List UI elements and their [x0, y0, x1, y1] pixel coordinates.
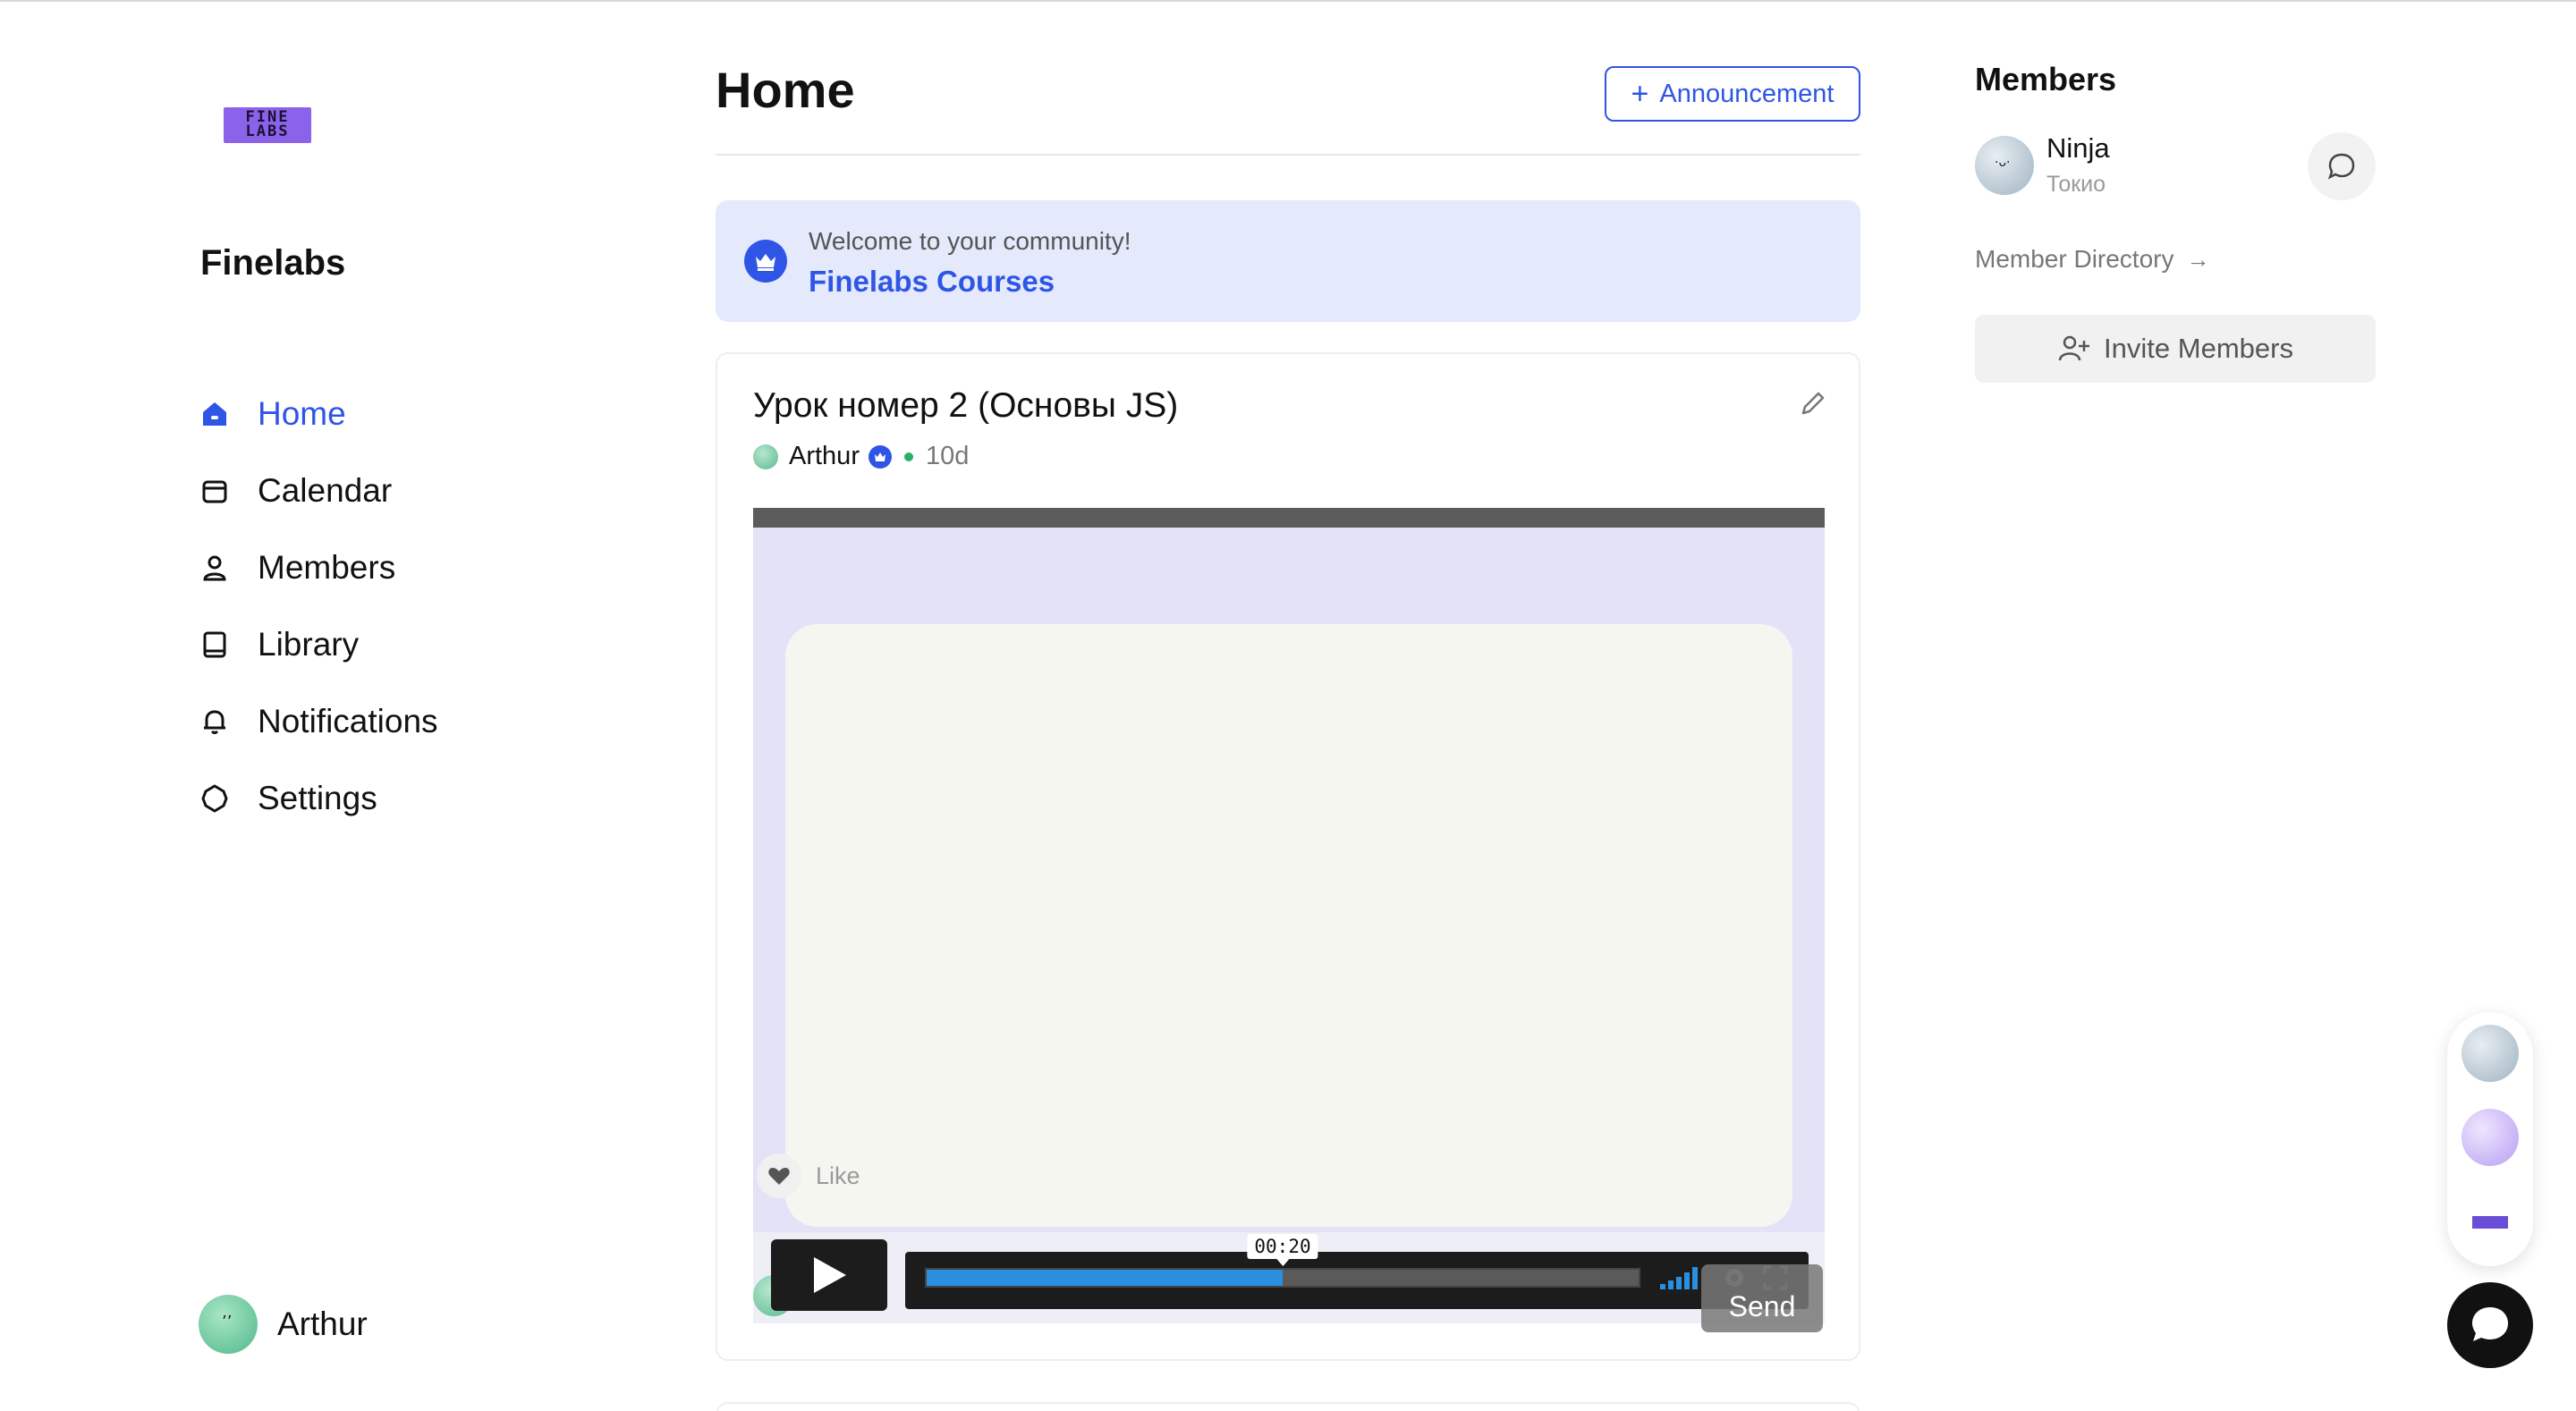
- progress-fill: [927, 1270, 1283, 1286]
- progress-bar[interactable]: 00:20: [925, 1234, 1640, 1288]
- community-logo[interactable]: FINE LABS: [224, 107, 311, 143]
- nav-item-settings[interactable]: Settings: [199, 760, 438, 837]
- post-age: 10d: [925, 442, 970, 470]
- announcement-label: Announcement: [1659, 79, 1835, 108]
- nav-label: Calendar: [258, 472, 393, 509]
- play-icon: [814, 1257, 846, 1293]
- video-screen[interactable]: [785, 624, 1792, 1227]
- community-chat-logo[interactable]: [2472, 1216, 2508, 1229]
- like-label: Like: [816, 1162, 860, 1189]
- welcome-link[interactable]: Finelabs Courses: [809, 265, 1055, 299]
- chat-bubble-icon: [2327, 153, 2355, 180]
- person-icon: [199, 552, 231, 584]
- current-user-name: Arthur: [277, 1305, 368, 1342]
- announcement-button[interactable]: + Announcement: [1605, 66, 1860, 122]
- next-post-card: [716, 1402, 1860, 1411]
- current-user[interactable]: ʼʼ Arthur: [199, 1295, 368, 1354]
- community-name: Finelabs: [200, 243, 346, 283]
- sidebar-nav: Home Calendar Members Library Notificati…: [199, 376, 438, 837]
- chat-avatar-2[interactable]: [2462, 1109, 2519, 1166]
- nav-label: Library: [258, 626, 360, 663]
- nav-label: Home: [258, 395, 346, 432]
- nav-item-library[interactable]: Library: [199, 606, 438, 683]
- member-name: Ninja: [2046, 132, 2110, 164]
- member-location: Токио: [2046, 172, 2106, 197]
- avatar: ·ᴗ·: [1975, 136, 2034, 195]
- chat-bubble-icon: [2472, 1307, 2508, 1341]
- add-user-icon: [2058, 335, 2090, 361]
- post-title[interactable]: Урок номер 2 (Основы JS): [753, 386, 1178, 426]
- play-button[interactable]: [771, 1239, 887, 1311]
- nav-item-members[interactable]: Members: [199, 529, 438, 606]
- page-title: Home: [716, 62, 855, 118]
- author-avatar[interactable]: [753, 444, 778, 469]
- bell-icon: [199, 706, 231, 738]
- crown-icon: [744, 240, 787, 283]
- home-icon: [199, 398, 231, 430]
- heart-icon: [757, 1153, 801, 1198]
- message-button[interactable]: [2308, 132, 2376, 200]
- online-dot: [903, 452, 913, 461]
- verified-badge-icon: [868, 444, 892, 469]
- divider: [716, 154, 1860, 156]
- calendar-icon: [199, 475, 231, 507]
- member-row[interactable]: ·ᴗ· Ninja Токио: [1975, 132, 2376, 200]
- chat-launcher-button[interactable]: [2447, 1282, 2533, 1368]
- plus-icon: +: [1631, 77, 1649, 111]
- member-directory-link[interactable]: Member Directory →: [1975, 245, 2209, 274]
- welcome-text: Welcome to your community!: [809, 227, 1131, 255]
- top-border: [0, 0, 2576, 2]
- invite-members-button[interactable]: Invite Members: [1975, 315, 2376, 383]
- floating-chat-panel: [2447, 1012, 2533, 1266]
- nav-item-calendar[interactable]: Calendar: [199, 452, 438, 529]
- nav-label: Notifications: [258, 703, 438, 739]
- like-button[interactable]: Like: [757, 1153, 860, 1198]
- nav-label: Settings: [258, 780, 377, 816]
- nav-item-notifications[interactable]: Notifications: [199, 683, 438, 760]
- post-card: Урок номер 2 (Основы JS) Arthur 10d Like: [716, 352, 1860, 1361]
- author-name[interactable]: Arthur: [789, 442, 860, 471]
- video-controls: 00:20: [905, 1234, 1809, 1309]
- avatar: ʼʼ: [199, 1295, 258, 1354]
- timestamp-tooltip: 00:20: [1247, 1234, 1318, 1266]
- nav-label: Members: [258, 549, 396, 586]
- invite-members-label: Invite Members: [2104, 333, 2293, 364]
- video-player[interactable]: Like 00:20 Send: [753, 508, 1825, 1332]
- post-meta: Arthur 10d: [753, 442, 969, 471]
- nav-item-home[interactable]: Home: [199, 376, 438, 452]
- video-top-bar: [753, 508, 1825, 528]
- gear-icon: [199, 782, 231, 815]
- member-directory-label: Member Directory: [1975, 245, 2174, 273]
- arrow-right-icon: →: [2186, 245, 2210, 273]
- members-heading: Members: [1975, 61, 2117, 97]
- pencil-icon[interactable]: [1798, 388, 1828, 418]
- send-button[interactable]: Send: [1701, 1264, 1823, 1332]
- volume-icon[interactable]: [1658, 1264, 1703, 1291]
- welcome-banner: Welcome to your community! Finelabs Cour…: [716, 200, 1860, 322]
- chat-avatar-1[interactable]: [2462, 1025, 2519, 1082]
- book-icon: [199, 629, 231, 661]
